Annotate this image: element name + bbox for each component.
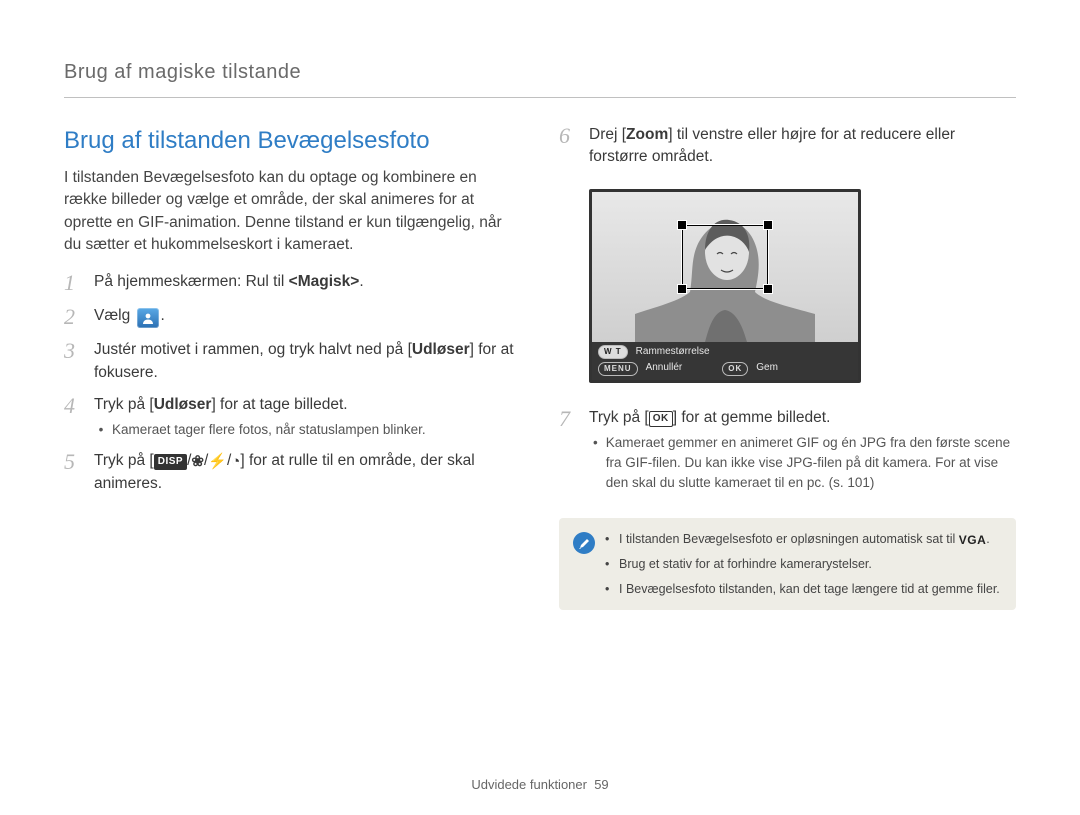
ok-button-icon: OK <box>649 411 673 427</box>
text-bold: <Magisk> <box>289 273 360 290</box>
bullet-dot: • <box>605 580 611 598</box>
self-timer-icon: ◔ <box>231 451 240 473</box>
frame-size-label: Rammestørrelse <box>636 345 710 360</box>
bullet-dot: • <box>605 530 611 549</box>
step-1: 1 På hjemmeskærmen: Rul til <Magisk>. <box>64 271 521 295</box>
step-5: 5 Tryk på [DISP/❀/⚡/◔] for at rulle til … <box>64 450 521 495</box>
step-number: 2 <box>64 305 84 329</box>
text-bold: Udløser <box>154 396 212 413</box>
two-column-layout: Brug af tilstanden Bevægelsesfoto I tils… <box>64 124 1016 610</box>
person-icon <box>141 312 155 324</box>
text: . <box>359 273 363 290</box>
camera-preview-figure: W T Rammestørrelse MENU Annullér OK Gem <box>589 189 861 383</box>
note-text: Brug et stativ for at forhindre kamerary… <box>619 555 872 573</box>
page-footer: Udvidede funktioner 59 <box>0 776 1080 795</box>
bullet-text: Kameraet tager flere fotos, når statusla… <box>112 420 426 440</box>
step-number: 5 <box>64 450 84 495</box>
left-column: Brug af tilstanden Bevægelsesfoto I tils… <box>64 124 521 610</box>
steps-list-left: 1 På hjemmeskærmen: Rul til <Magisk>. 2 … <box>64 271 521 496</box>
step-6: 6 Drej [Zoom] til venstre eller højre fo… <box>559 124 1016 169</box>
motion-photo-mode-icon <box>137 308 159 328</box>
text: . <box>161 307 165 324</box>
note-box: • I tilstanden Bevægelsesfoto er opløsni… <box>559 518 1016 610</box>
step-3: 3 Justér motivet i rammen, og tryk halvt… <box>64 339 521 384</box>
note-item: • Brug et stativ for at forhindre kamera… <box>605 555 1000 573</box>
note-text: I Bevægelsesfoto tilstanden, kan det tag… <box>619 580 1000 598</box>
text: Justér motivet i rammen, og tryk halvt n… <box>94 341 412 358</box>
note-list: • I tilstanden Bevægelsesfoto er opløsni… <box>605 530 1000 598</box>
preview-image-area <box>592 192 858 342</box>
note-text-part: I tilstanden Bevægelsesfoto er opløsning… <box>619 532 959 546</box>
section-title: Brug af tilstanden Bevægelsesfoto <box>64 124 521 159</box>
step-number: 7 <box>559 407 579 492</box>
macro-flower-icon: ❀ <box>191 451 204 473</box>
sub-bullet: • Kameraet gemmer en animeret GIF og én … <box>593 433 1016 492</box>
cancel-label: Annullér <box>646 361 683 376</box>
text: Drej [ <box>589 126 626 143</box>
selection-box <box>681 224 769 290</box>
steps-list-right: 6 Drej [Zoom] til venstre eller højre fo… <box>559 124 1016 610</box>
manual-page: Brug af magiske tilstande Brug af tilsta… <box>0 0 1080 815</box>
footer-section: Udvidede funktioner <box>471 777 587 792</box>
bullet-dot: • <box>98 420 104 440</box>
intro-paragraph: I tilstanden Bevægelsesfoto kan du optag… <box>64 167 521 257</box>
note-item: • I tilstanden Bevægelsesfoto er opløsni… <box>605 530 1000 549</box>
step-number: 6 <box>559 124 579 169</box>
wt-zoom-pill-icon: W T <box>598 345 628 359</box>
step-body: Vælg . <box>94 305 521 329</box>
page-number: 59 <box>594 777 608 792</box>
step-body: På hjemmeskærmen: Rul til <Magisk>. <box>94 271 521 295</box>
step-body: Drej [Zoom] til venstre eller højre for … <box>589 124 1016 169</box>
vga-label-icon: VGA <box>959 532 987 549</box>
text: ] for at tage billedet. <box>211 396 347 413</box>
bullet-text: Kameraet gemmer en animeret GIF og én JP… <box>606 433 1016 492</box>
text: Tryk på [ <box>94 396 154 413</box>
step-2: 2 Vælg . <box>64 305 521 329</box>
step-7: 7 Tryk på [OK] for at gemme billedet. • … <box>559 407 1016 492</box>
ok-button-icon: OK <box>722 362 748 376</box>
menu-button-icon: MENU <box>598 362 638 376</box>
note-text: I tilstanden Bevægelsesfoto er opløsning… <box>619 530 990 549</box>
text: Vælg <box>94 307 135 324</box>
text-bold: Udløser <box>412 341 470 358</box>
note-item: • I Bevægelsesfoto tilstanden, kan det t… <box>605 580 1000 598</box>
step-body: Tryk på [DISP/❀/⚡/◔] for at rulle til en… <box>94 450 521 495</box>
note-icon <box>573 532 595 554</box>
flash-bolt-icon: ⚡ <box>208 451 227 473</box>
text: På hjemmeskærmen: Rul til <box>94 273 289 290</box>
step-body: Justér motivet i rammen, og tryk halvt n… <box>94 339 521 384</box>
disp-button-icon: DISP <box>154 454 187 470</box>
step-number: 1 <box>64 271 84 295</box>
pencil-icon <box>578 536 590 550</box>
page-header: Brug af magiske tilstande <box>64 58 1016 98</box>
text: Tryk på [ <box>589 409 649 426</box>
note-text-part: . <box>986 532 989 546</box>
sub-bullet: • Kameraet tager flere fotos, når status… <box>98 420 521 440</box>
text: ] for at gemme billedet. <box>673 409 831 426</box>
overlay-row-actions: MENU Annullér OK Gem <box>598 361 852 376</box>
text: Tryk på [ <box>94 452 154 469</box>
save-label: Gem <box>756 361 778 376</box>
bullet-dot: • <box>605 555 611 573</box>
step-number: 3 <box>64 339 84 384</box>
text-bold: Zoom <box>626 126 668 143</box>
step-body: Tryk på [OK] for at gemme billedet. • Ka… <box>589 407 1016 492</box>
bullet-dot: • <box>593 433 598 492</box>
right-column: 6 Drej [Zoom] til venstre eller højre fo… <box>559 124 1016 610</box>
overlay-row-framesize: W T Rammestørrelse <box>598 345 852 360</box>
step-body: Tryk på [Udløser] for at tage billedet. … <box>94 394 521 440</box>
step-4: 4 Tryk på [Udløser] for at tage billedet… <box>64 394 521 440</box>
preview-overlay-bar: W T Rammestørrelse MENU Annullér OK Gem <box>592 342 858 380</box>
step-number: 4 <box>64 394 84 440</box>
